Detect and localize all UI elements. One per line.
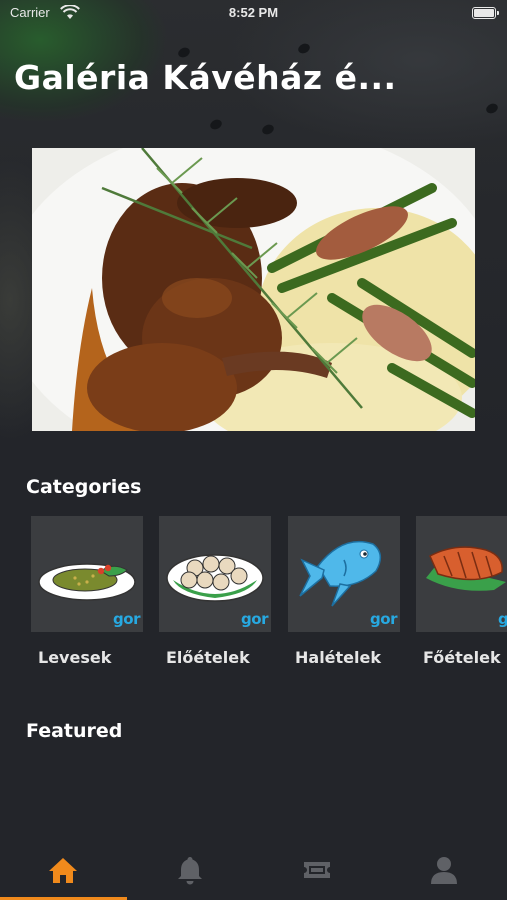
gor-badge: gor <box>498 610 507 628</box>
category-card-foetelek[interactable]: gor Főételek <box>416 516 507 667</box>
featured-heading: Featured <box>26 720 123 742</box>
bell-icon <box>178 857 202 885</box>
bottom-tab-bar <box>0 838 507 900</box>
gor-badge: gor <box>113 610 140 628</box>
category-tile[interactable]: gor <box>288 516 400 632</box>
app-screen: Carrier 8:52 PM Galéria Kávéház é... Cat… <box>0 0 507 900</box>
hero-food-image[interactable] <box>32 148 475 431</box>
category-label[interactable]: Főételek <box>416 648 507 667</box>
tab-tickets[interactable] <box>254 838 380 900</box>
categories-heading: Categories <box>26 476 142 498</box>
ticket-icon <box>304 862 330 878</box>
category-card-eloetelek[interactable]: gor Előételek <box>159 516 271 667</box>
status-time: 8:52 PM <box>228 5 279 20</box>
category-label[interactable]: Halételek <box>288 648 400 667</box>
category-label[interactable]: Előételek <box>159 648 271 667</box>
tab-notifications[interactable] <box>127 838 253 900</box>
category-tile[interactable]: gor <box>159 516 271 632</box>
gor-badge: gor <box>370 610 397 628</box>
category-card-levesek[interactable]: gor Levesek <box>31 516 143 667</box>
status-bar: Carrier 8:52 PM <box>0 0 507 28</box>
category-carousel[interactable]: gor Levesek gor Előételek gor Halételek … <box>31 516 507 676</box>
page-title: Galéria Kávéház é... <box>14 58 397 97</box>
category-tile[interactable]: gor <box>416 516 507 632</box>
battery-icon <box>472 7 499 19</box>
category-card-haletelek[interactable]: gor Halételek <box>288 516 400 667</box>
tab-home[interactable] <box>0 838 126 900</box>
category-tile[interactable]: gor <box>31 516 143 632</box>
steak-icon <box>426 546 506 591</box>
category-label[interactable]: Levesek <box>31 648 143 667</box>
user-icon <box>431 857 457 884</box>
tab-profile[interactable] <box>381 838 507 900</box>
gor-badge: gor <box>241 610 268 628</box>
home-icon <box>49 858 77 883</box>
